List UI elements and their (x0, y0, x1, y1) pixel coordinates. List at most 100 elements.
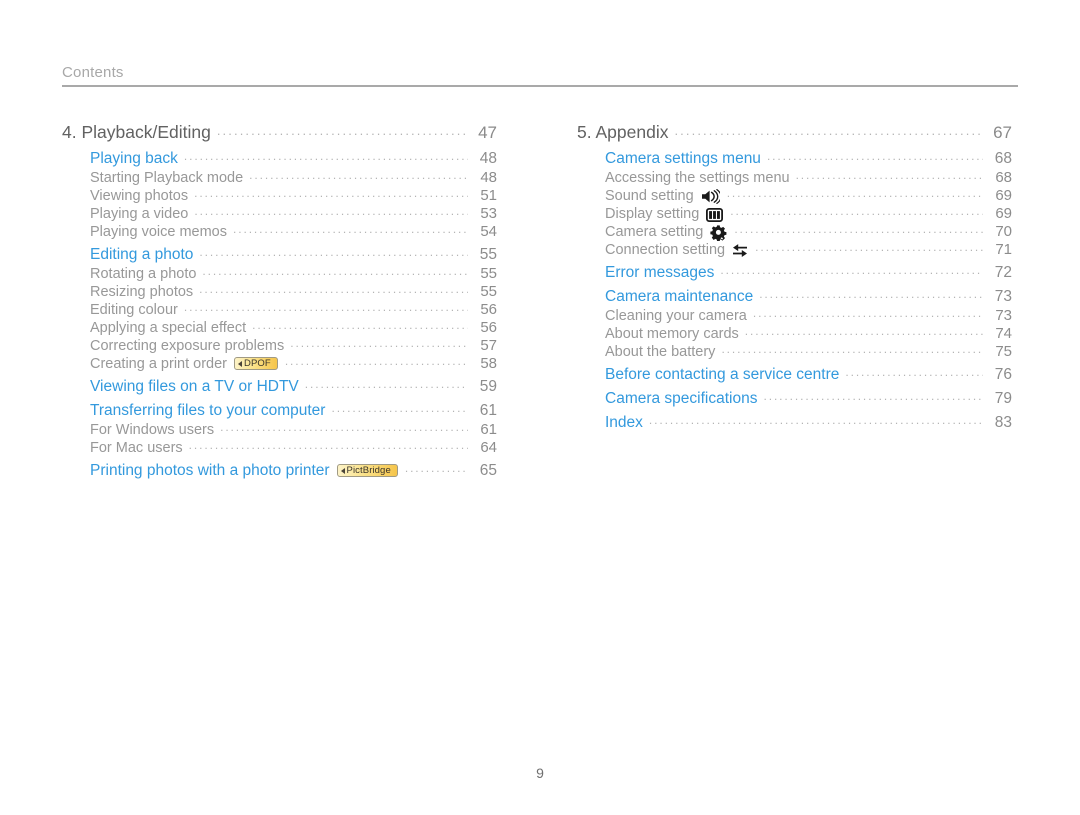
toc-entry-label: Index (605, 414, 643, 432)
toc-subsection-row[interactable]: Creating a print order DPOF 58 (90, 355, 497, 372)
toc-entry-page: 73 (994, 287, 1012, 305)
toc-entry-page: 73 (995, 306, 1012, 324)
toc-entry-text: For Windows users (90, 421, 215, 438)
toc-subsection-row[interactable]: Correcting exposure problems 57 (90, 337, 497, 354)
toc-entry-text: Sound setting (605, 187, 694, 204)
toc-subsection-row[interactable]: Accessing the settings menu 68 (605, 169, 1012, 186)
toc-leader-dots (796, 171, 983, 186)
toc-entry-text: Camera specifications (605, 389, 758, 407)
toc-entry-text: Playing a video (90, 205, 189, 222)
toc-leader-dots (194, 189, 468, 204)
toc-entry-label: For Windows users (90, 422, 214, 438)
toc-leader-dots (199, 285, 468, 300)
toc-entry-text: Cleaning your camera (605, 307, 747, 324)
toc-subsection-row[interactable]: Rotating a photo 55 (90, 265, 497, 282)
toc-section-row[interactable]: Camera maintenance 73 (605, 288, 1012, 306)
toc-section-row[interactable]: Camera settings menu 68 (605, 150, 1012, 168)
toc-entry-page: 55 (480, 264, 497, 282)
contents-page: Contents 4. Playback/Editing 47 Playing ba… (0, 0, 1080, 815)
toc-leader-dots (759, 290, 983, 306)
toc-entry-label: Correcting exposure problems (90, 338, 284, 354)
toc-entry-label: Playing voice memos (90, 224, 227, 240)
toc-entry-page: 48 (479, 149, 497, 167)
toc-entry-label: Viewing files on a TV or HDTV (90, 378, 299, 396)
toc-entry-text: Editing colour (90, 301, 178, 318)
toc-leader-dots (767, 152, 983, 168)
toc-leader-dots (252, 321, 468, 336)
badge-label: PictBridge (346, 465, 391, 476)
toc-leader-dots (734, 225, 983, 240)
footer-page-number: 9 (536, 765, 544, 781)
display-icon (706, 207, 724, 222)
toc-subsection-row[interactable]: Starting Playback mode 48 (90, 169, 497, 186)
toc-subsection-row[interactable]: Connection setting 71 (605, 241, 1012, 258)
toc-subsection-row[interactable]: Editing colour 56 (90, 301, 497, 318)
badge-arrow-icon (238, 360, 243, 367)
page-title: Contents (62, 64, 124, 81)
toc-entry-label: Applying a special effect (90, 320, 246, 336)
toc-leader-dots (305, 380, 468, 396)
toc-leader-dots (217, 126, 466, 144)
toc-subsection-row[interactable]: Viewing photos 51 (90, 187, 497, 204)
toc-leader-dots (763, 392, 983, 408)
toc-subsection-row[interactable]: Resizing photos 55 (90, 283, 497, 300)
toc-subsection-row[interactable]: For Windows users 61 (90, 421, 497, 438)
toc-leader-dots (184, 303, 468, 318)
toc-entry-label: Playing back (90, 150, 178, 168)
toc-section-row[interactable]: Index 83 (605, 414, 1012, 432)
toc-entry-page: 61 (480, 420, 497, 438)
toc-leader-dots (233, 225, 468, 240)
toc-section-row[interactable]: Editing a photo 55 (90, 246, 497, 264)
toc-entry-text: Viewing files on a TV or HDTV (90, 377, 299, 395)
toc-entry-text: Transferring files to your computer (90, 401, 326, 419)
toc-subsection-row[interactable]: About the battery 75 (605, 343, 1012, 360)
connection-arrows-icon (732, 243, 748, 258)
toc-leader-dots (674, 126, 981, 144)
toc-entry-text: 4. Playback/Editing (62, 122, 211, 142)
toc-section-row[interactable]: Before contacting a service centre 76 (605, 366, 1012, 384)
toc-entry-label: Accessing the settings menu (605, 170, 790, 186)
toc-leader-dots (727, 189, 983, 204)
toc-leader-dots (720, 266, 983, 282)
toc-entry-text: Camera setting (605, 223, 704, 240)
toc-subsection-row[interactable]: Applying a special effect 56 (90, 319, 497, 336)
toc-entry-page: 53 (480, 204, 497, 222)
toc-entry-page: 68 (994, 149, 1012, 167)
toc-subsection-row[interactable]: About memory cards 74 (605, 325, 1012, 342)
toc-entry-label: Camera setting (605, 223, 728, 241)
toc-section-row[interactable]: Printing photos with a photo printer Pict… (90, 462, 497, 480)
toc-chapter-row[interactable]: 5. Appendix 67 (577, 122, 1012, 144)
toc-subsection-row[interactable]: Camera setting 70 (605, 223, 1012, 241)
toc-leader-dots (721, 345, 983, 360)
toc-entry-page: 76 (994, 365, 1012, 383)
toc-section-row[interactable]: Playing back 48 (90, 150, 497, 168)
toc-entry-label: Printing photos with a photo printer Pict… (90, 462, 399, 480)
toc-section-row[interactable]: Viewing files on a TV or HDTV 59 (90, 378, 497, 396)
toc-section-row[interactable]: Error messages 72 (605, 264, 1012, 282)
toc-entry-text: Playing voice memos (90, 223, 227, 240)
toc-entry-text: Rotating a photo (90, 265, 197, 282)
toc-entry-label: Starting Playback mode (90, 170, 243, 186)
toc-section-row[interactable]: Camera specifications 79 (605, 390, 1012, 408)
toc-subsection-row[interactable]: Playing a video 53 (90, 205, 497, 222)
toc-subsection-row[interactable]: Cleaning your camera 73 (605, 307, 1012, 324)
toc-entry-label: Resizing photos (90, 284, 193, 300)
toc-entry-page: 59 (479, 377, 497, 395)
toc-entry-page: 47 (478, 123, 497, 142)
toc-entry-label: Error messages (605, 264, 714, 282)
toc-entry-text: Display setting (605, 205, 700, 222)
toc-leader-dots (184, 152, 468, 168)
toc-subsection-row[interactable]: Display setting 69 (605, 205, 1012, 222)
toc-chapter-row[interactable]: 4. Playback/Editing 47 (62, 122, 497, 144)
toc-entry-text: Index (605, 413, 643, 431)
toc-entry-page: 64 (480, 438, 497, 456)
toc-entry-page: 69 (995, 186, 1012, 204)
toc-subsection-row[interactable]: For Mac users 64 (90, 439, 497, 456)
toc-section-row[interactable]: Transferring files to your computer 61 (90, 402, 497, 420)
toc-entry-text: Starting Playback mode (90, 169, 244, 186)
toc-subsection-row[interactable]: Playing voice memos 54 (90, 223, 497, 240)
toc-entry-text: Applying a special effect (90, 319, 247, 336)
toc-column-right: 5. Appendix67Camera settings menu68Acces… (577, 122, 1012, 481)
toc-entry-label: About the battery (605, 344, 715, 360)
toc-subsection-row[interactable]: Sound setting 69 (605, 187, 1012, 204)
